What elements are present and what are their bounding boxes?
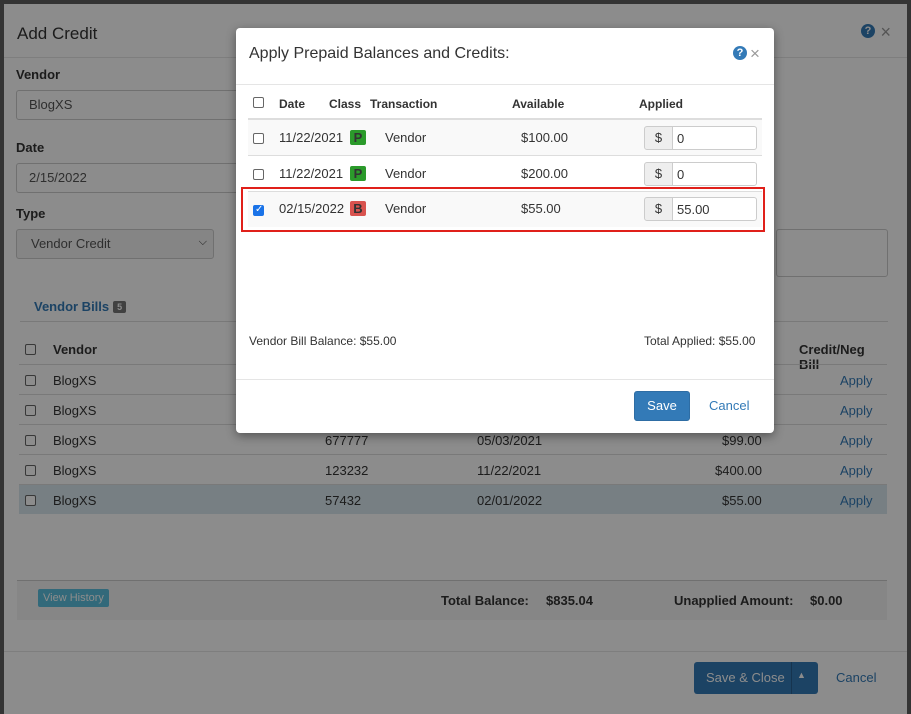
class-badge-p: P [350, 130, 366, 145]
column-header-applied: Applied [639, 97, 683, 111]
applied-amount-input[interactable]: 0 [672, 126, 757, 150]
modal-footer-divider [236, 379, 774, 380]
row-transaction: Vendor [385, 166, 427, 181]
applied-amount-input[interactable]: 0 [672, 162, 757, 186]
column-header-class: Class [329, 97, 362, 111]
column-header-date: Date [279, 97, 306, 111]
apply-credits-modal: Apply Prepaid Balances and Credits: ? × … [236, 28, 774, 433]
table-header-row: Date Class Transaction Available Applied [248, 93, 762, 119]
row-checkbox[interactable] [253, 169, 264, 180]
table-row: 11/22/2021 P Vendor $100.00 $ 0 [248, 119, 762, 155]
vendor-bill-balance: Vendor Bill Balance: $55.00 [249, 334, 397, 348]
row-transaction: Vendor [385, 130, 427, 145]
select-all-checkbox[interactable] [253, 97, 264, 108]
row-available: $100.00 [521, 130, 568, 145]
class-badge-p: P [350, 166, 366, 181]
row-available: $200.00 [521, 166, 568, 181]
row-date: 11/22/2021 [279, 166, 344, 181]
close-icon[interactable]: × [750, 44, 760, 64]
table-row: 11/22/2021 P Vendor $200.00 $ 0 [248, 155, 762, 191]
row-checkbox[interactable] [253, 133, 264, 144]
help-icon[interactable]: ? [733, 46, 747, 60]
currency-addon: $ [644, 162, 673, 186]
applied-amount-group: $ 0 [644, 126, 757, 150]
currency-addon: $ [644, 126, 673, 150]
highlight-box [241, 187, 765, 232]
cancel-button[interactable]: Cancel [709, 398, 749, 413]
row-date: 11/22/2021 [279, 130, 344, 145]
applied-amount-group: $ 0 [644, 162, 757, 186]
column-header-available: Available [512, 97, 565, 111]
total-applied: Total Applied: $55.00 [644, 334, 756, 348]
save-button[interactable]: Save [634, 391, 690, 421]
modal-header-divider [236, 84, 774, 85]
modal-title: Apply Prepaid Balances and Credits: [249, 45, 510, 62]
column-header-transaction: Transaction [370, 97, 438, 111]
